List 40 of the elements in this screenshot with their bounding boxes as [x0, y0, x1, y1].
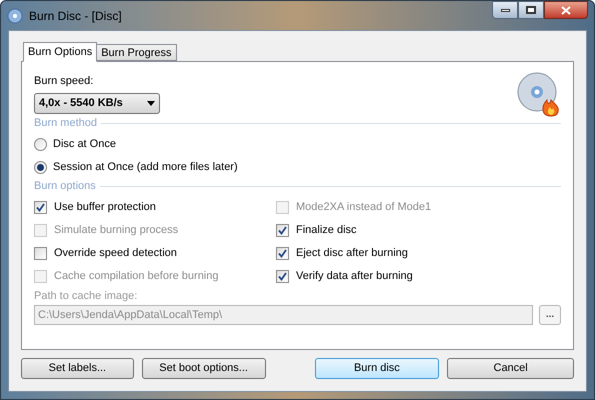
- check-icon: [36, 202, 45, 212]
- checkbox[interactable]: [276, 224, 289, 236]
- checkbox-label: Cache compilation before burning: [54, 268, 218, 284]
- section-heading: Burn method: [34, 116, 97, 132]
- check-icon: [278, 272, 287, 280]
- checkbox-label: Verify data after burning: [296, 268, 413, 284]
- minimize-button[interactable]: [492, 1, 518, 19]
- browse-button[interactable]: ...: [539, 305, 561, 325]
- checkbox-label: Mode2XA instead of Mode1: [296, 200, 432, 215]
- dialog-button[interactable]: Burn disc: [314, 358, 440, 379]
- section-heading: Burn options: [34, 179, 96, 194]
- maximize-button[interactable]: [518, 1, 544, 19]
- dialog-button[interactable]: Cancel: [447, 358, 574, 379]
- dialog-button[interactable]: Set boot options...: [142, 358, 266, 379]
- cache-path-label: Path to cache image:: [34, 288, 138, 304]
- burn-speed-label: Burn speed:: [34, 74, 94, 89]
- check-icon: [278, 226, 287, 234]
- radio-label: Session at Once (add more files later): [53, 160, 238, 175]
- disc-app-icon: [7, 8, 23, 24]
- dialog-button[interactable]: Set labels...: [21, 358, 134, 379]
- tab[interactable]: Burn Options: [23, 42, 98, 62]
- checkbox[interactable]: [276, 270, 289, 282]
- window-title: Burn Disc - [Disc]: [29, 8, 122, 24]
- tab[interactable]: Burn Progress: [97, 44, 177, 61]
- checkbox-label: Eject disc after burning: [296, 246, 408, 261]
- checkbox[interactable]: [276, 246, 289, 260]
- checkbox-label: Use buffer protection: [54, 200, 156, 215]
- radio-button[interactable]: [34, 138, 47, 150]
- close-icon: [561, 6, 571, 14]
- checkbox[interactable]: [34, 246, 47, 260]
- checkbox-label: Simulate burning process: [54, 222, 178, 238]
- radio-label: Disc at Once: [53, 136, 116, 152]
- checkbox-label: Override speed detection: [54, 246, 177, 261]
- radio-button[interactable]: [34, 160, 47, 174]
- close-button[interactable]: [544, 1, 588, 19]
- checkbox[interactable]: [34, 200, 47, 214]
- burn-speed-dropdown[interactable]: 4,0x - 5540 KB/s: [34, 92, 160, 114]
- checkbox-label: Finalize disc: [296, 222, 357, 238]
- check-icon: [278, 248, 287, 258]
- dropdown-arrow-icon: [147, 100, 155, 106]
